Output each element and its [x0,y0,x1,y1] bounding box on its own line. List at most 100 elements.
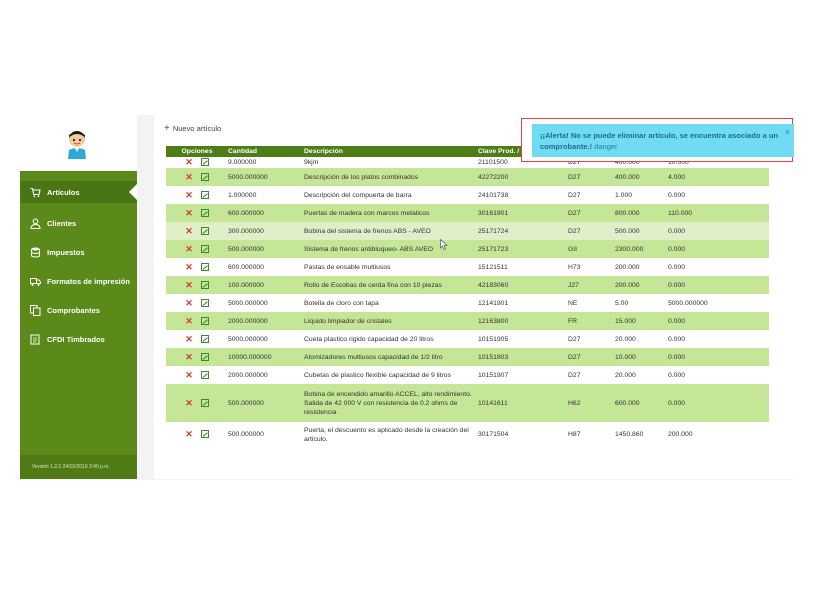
delete-icon[interactable]: ✕ [185,226,193,236]
mouse-pointer-icon [440,239,448,250]
cell-cantidad: 2000.000000 [228,371,268,379]
row-options: ✕ [166,158,228,167]
table-row: ✕ 500.000000 Puerta, el descuento es aplic… [166,422,769,447]
cell-unidad: D27 [568,209,581,217]
edit-icon[interactable] [200,430,209,438]
new-article-button[interactable]: + Nuevo artículo [164,123,221,134]
cell-clave: 42272200 [478,173,509,181]
cell-descripcion: Cueta plastico rigido capacidad de 20 li… [304,335,434,343]
cell-cantidad: 5000.000000 [228,299,268,307]
edit-icon[interactable] [200,352,209,361]
cell-descripcion: Atomizadores multiusos capacidad de 1/2 … [304,353,443,361]
cell-descripcion: Puerta, el descuento es aplicado desde l… [304,426,469,443]
cell-unidad: GII [568,245,578,253]
close-icon[interactable]: × [785,127,790,138]
cell-precio: 200.000 [615,263,640,271]
delete-icon[interactable]: ✕ [185,316,193,326]
cell-descripcion: Pastas de ensable multiusos [304,263,391,271]
edit-icon[interactable] [200,280,209,289]
delete-icon[interactable]: ✕ [185,298,193,308]
table-row: ✕ 2000.000000 Cubetas de plastico flexible… [166,366,769,384]
delete-icon[interactable]: ✕ [185,158,193,167]
cell-descripcion: Bobina de encendido amarillo ACCEL, alto… [304,390,472,416]
cell-cantidad: 600.000000 [228,209,264,217]
database-icon [30,247,41,258]
edit-icon[interactable] [200,370,209,379]
delete-icon[interactable]: ✕ [185,334,193,344]
cell-cantidad: 500.000000 [228,245,264,253]
edit-icon[interactable] [200,244,209,253]
alert-container: ¡¡Alerta! No se puede eliminar artículo,… [521,118,794,162]
cell-clave: 25171724 [478,227,509,235]
cell-importe: 200.000 [668,431,693,438]
edit-icon[interactable] [200,190,209,199]
cell-precio: 1450.860 [615,431,644,438]
cell-importe: 0.000 [668,281,686,289]
cell-descripcion: 9kjm [304,159,319,166]
alert-type: danger [594,142,618,151]
delete-icon[interactable]: ✕ [185,398,193,408]
cell-unidad: D27 [568,191,581,199]
cell-unidad: H87 [568,431,581,438]
sidebar-item-articulos[interactable]: Artículos [20,181,137,203]
cell-descripcion: Sistema de frenos antibloqueo- ABS AVEO [304,245,434,253]
delete-icon[interactable]: ✕ [185,190,193,200]
cell-unidad: J27 [568,281,579,289]
cell-cantidad: 100.000000 [228,281,264,289]
cell-cantidad: 9.000000 [228,159,257,166]
delete-icon[interactable]: ✕ [185,208,193,218]
delete-icon[interactable]: ✕ [185,172,193,182]
delete-icon[interactable]: ✕ [185,370,193,380]
header-opciones: Opciones [181,148,213,155]
table-body: ✕ 9.000000 9kjm 21101500 D27 400.000 10.000 ✕ 50… [166,157,769,447]
edit-icon[interactable] [200,262,209,271]
edit-icon[interactable] [200,398,209,407]
table-row: ✕ 600.000000 Pastas de ensable multiusos 15… [166,258,769,276]
edit-icon[interactable] [200,158,209,166]
cell-cantidad: 500.000000 [228,431,264,438]
cell-clave: 25171723 [478,245,509,253]
cell-clave: 10151907 [478,371,509,379]
document-icon [30,334,41,345]
edit-icon[interactable] [200,208,209,217]
table-row: ✕ 100.000000 Rollo de Escobas de cerda fin… [166,276,769,294]
cell-importe: 0.000 [668,371,686,379]
copy-icon [30,304,41,316]
sidebar-item-impuestos[interactable]: Impuestos [20,241,137,263]
edit-icon[interactable] [200,298,209,307]
sidebar: Artículos Clientes Impuestos Formatos de… [20,115,137,479]
cell-cantidad: 600.000000 [228,263,264,271]
cell-cantidad: 10000.000000 [228,353,272,361]
table-row: ✕ 600.000000 Puertas de madera con marcos … [166,204,769,222]
sidebar-item-cfdi[interactable]: CFDI Timbrados [20,328,137,350]
delete-icon[interactable]: ✕ [185,280,193,290]
cell-precio: 600.000 [615,399,640,407]
cell-clave: 10141611 [478,399,508,407]
cell-precio: 200.000 [615,281,640,289]
cell-descripcion: Botella de cloro con tapa [304,299,379,307]
user-icon [30,218,41,229]
delete-icon[interactable]: ✕ [185,430,193,439]
cell-precio: 800.000 [615,209,640,217]
sidebar-item-comprobantes[interactable]: Comprobantes [20,299,137,321]
edit-icon[interactable] [200,226,209,235]
delete-icon[interactable]: ✕ [185,244,193,254]
cell-cantidad: 2000.000000 [228,317,268,325]
edit-icon[interactable] [200,172,209,181]
cell-descripcion: Descripción de los platos combinados [304,173,419,181]
cell-importe: 0.000 [668,245,686,253]
sidebar-item-formatos[interactable]: Formatos de impresión [20,270,137,292]
cell-precio: 2300.000 [615,245,644,253]
edit-icon[interactable] [200,316,209,325]
cell-cantidad: 300.000000 [228,227,264,235]
cell-clave: 10151803 [478,353,509,361]
sidebar-item-label: Impuestos [47,247,85,257]
table-row: ✕ 1.000000 Descripción del compuerta de ba… [166,186,769,204]
sidebar-item-clientes[interactable]: Clientes [20,212,137,234]
delete-icon[interactable]: ✕ [185,262,193,272]
edit-icon[interactable] [200,334,209,343]
row-options: ✕ [166,298,228,308]
table-row: ✕ 5000.000000 Botella de cloro con tapa 121… [166,294,769,312]
truck-icon [30,276,41,287]
delete-icon[interactable]: ✕ [185,352,193,362]
